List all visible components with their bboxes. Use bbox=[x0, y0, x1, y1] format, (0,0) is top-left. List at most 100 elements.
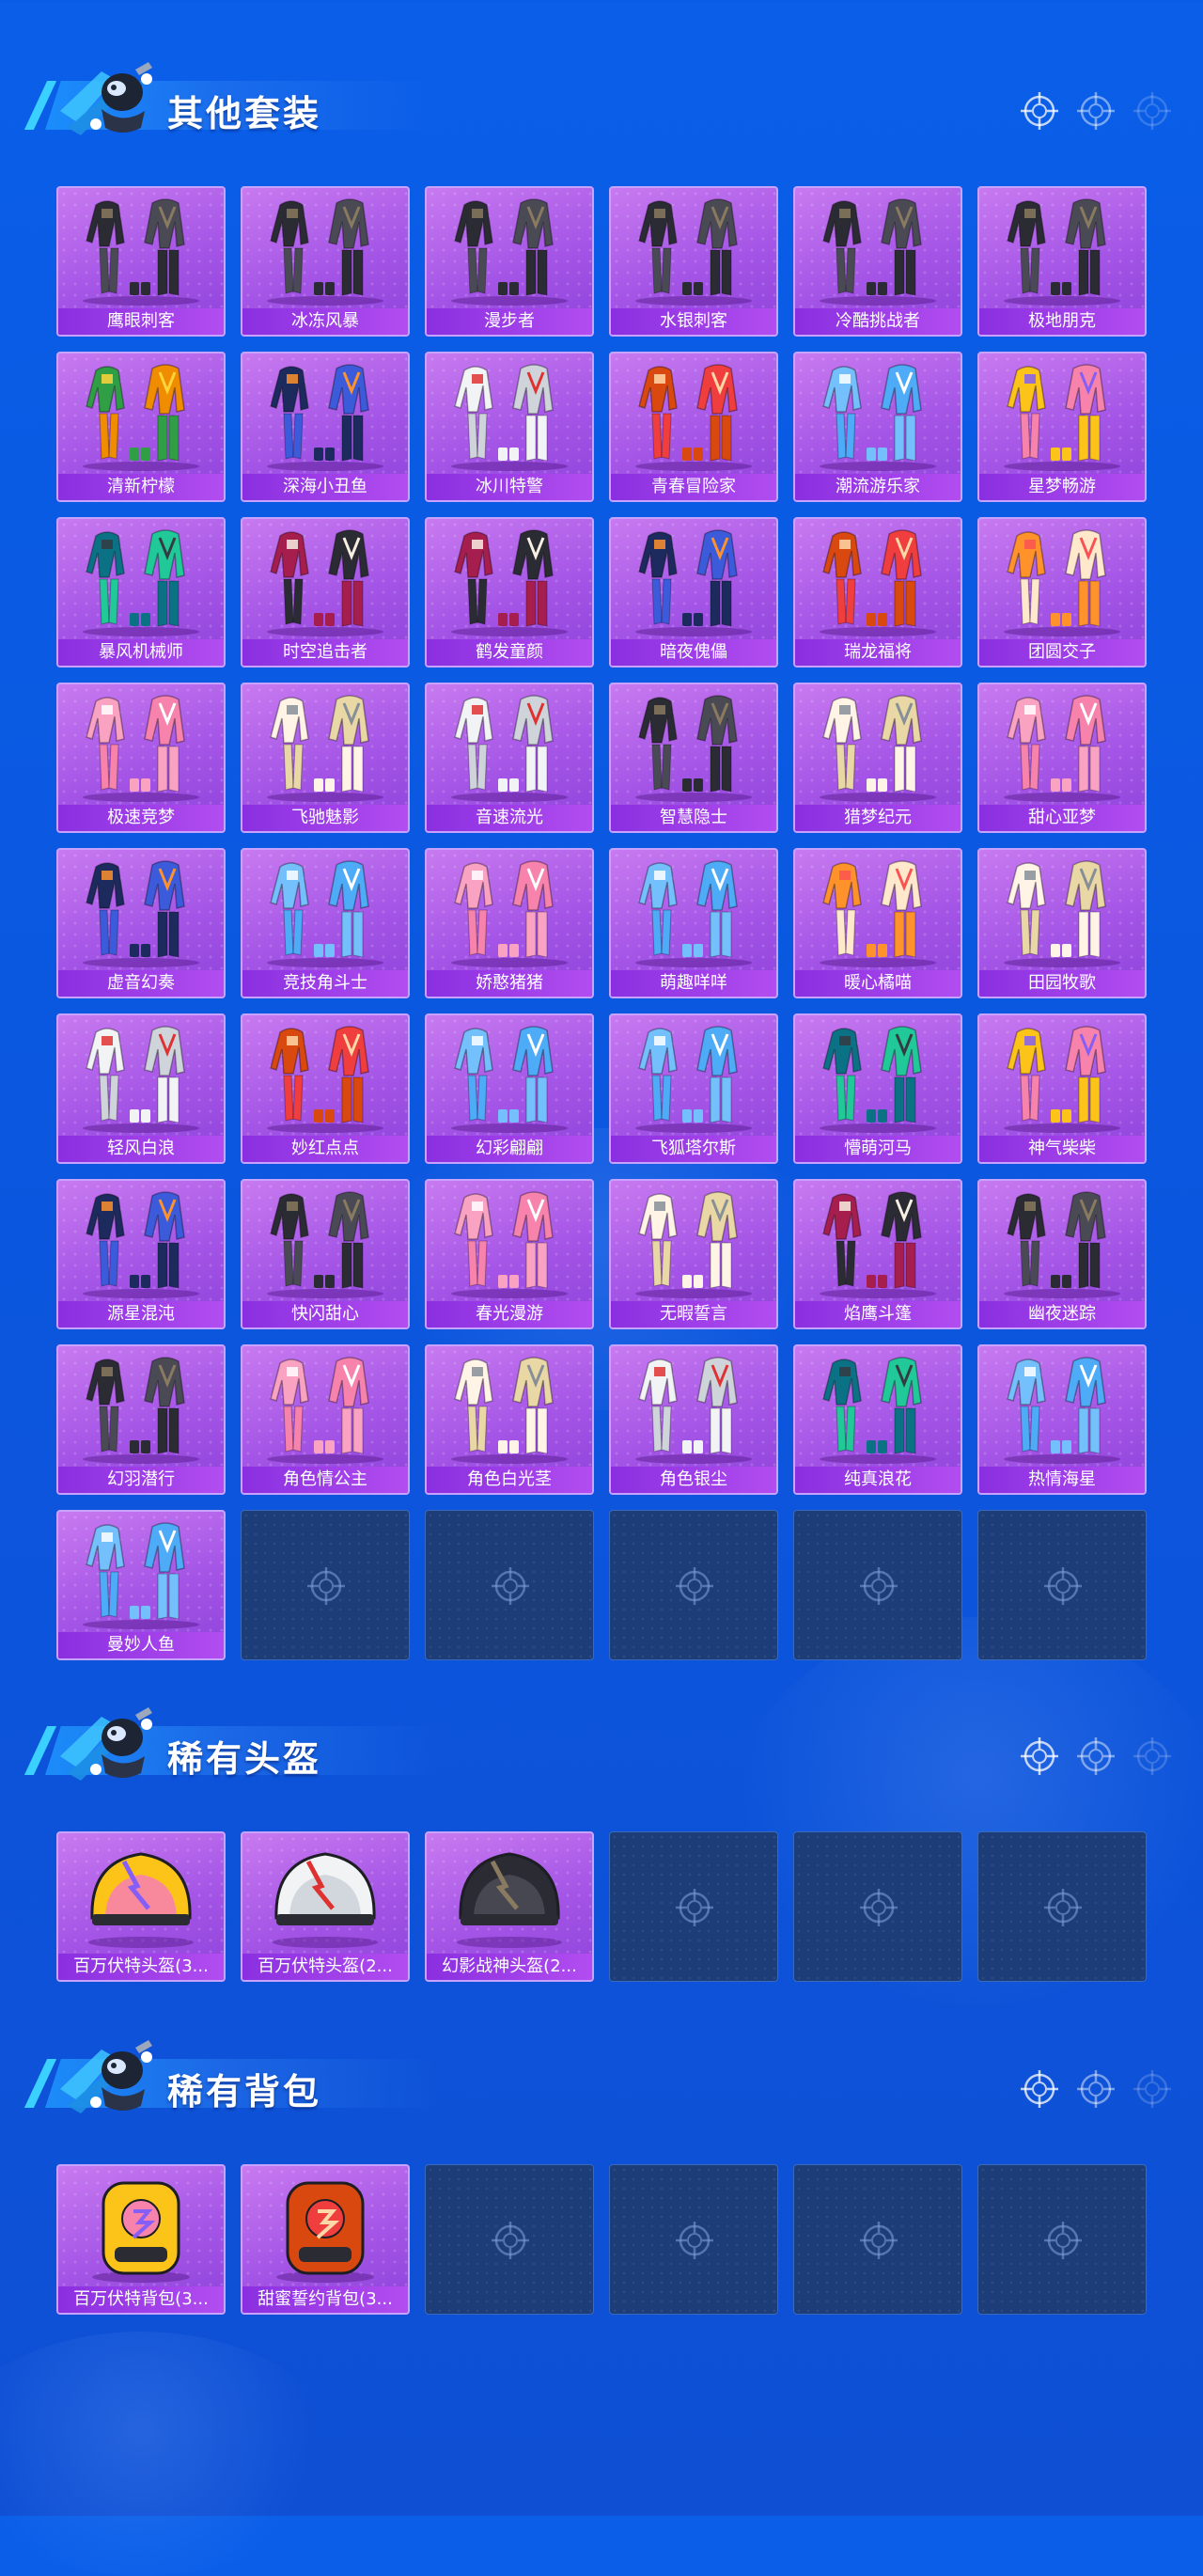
item-thumbnail bbox=[267, 1357, 383, 1464]
item-card[interactable]: 角色白光茎 bbox=[425, 1344, 594, 1495]
item-card[interactable]: 虚音幻奏 bbox=[56, 848, 226, 998]
crosshair-icon bbox=[1021, 2070, 1058, 2108]
item-thumbnail bbox=[820, 695, 936, 802]
item-thumbnail bbox=[92, 2181, 190, 2283]
item-name: 百万伏特头盔(2... bbox=[242, 1954, 408, 1980]
item-card[interactable]: 竞技角斗士 bbox=[241, 848, 410, 998]
item-card[interactable]: 角色银尘 bbox=[609, 1344, 778, 1495]
item-card[interactable]: 清新柠檬 bbox=[56, 352, 226, 502]
item-thumbnail bbox=[267, 1191, 383, 1298]
item-name: 神气柴柴 bbox=[979, 1136, 1145, 1162]
item-name: 暖心橘喵 bbox=[795, 970, 961, 997]
item-card[interactable]: 角色情公主 bbox=[241, 1344, 410, 1495]
item-card[interactable]: 源星混沌 bbox=[56, 1179, 226, 1329]
item-card[interactable]: 幽夜迷踪 bbox=[977, 1179, 1147, 1329]
item-name: 鹰眼刺客 bbox=[58, 308, 224, 335]
item-thumbnail bbox=[88, 1852, 194, 1948]
item-card[interactable]: 甜蜜誓约背包(3... bbox=[241, 2164, 410, 2315]
item-card[interactable]: 青春冒险家 bbox=[609, 352, 778, 502]
item-thumbnail bbox=[83, 364, 199, 471]
item-name: 妙红点点 bbox=[242, 1136, 408, 1162]
item-thumbnail bbox=[1004, 860, 1120, 967]
item-grid: 百万伏特背包(3... 甜蜜誓约背包(3... bbox=[56, 2164, 1147, 2315]
item-thumbnail bbox=[820, 529, 936, 636]
item-card[interactable]: 百万伏特头盔(3... bbox=[56, 1831, 226, 1982]
crosshair-icon bbox=[676, 1889, 713, 1926]
item-thumbnail bbox=[635, 529, 752, 636]
item-card[interactable]: 幻羽潜行 bbox=[56, 1344, 226, 1495]
item-card[interactable]: 音速流光 bbox=[425, 683, 594, 833]
item-card[interactable]: 幻彩翩翩 bbox=[425, 1013, 594, 1164]
item-card[interactable]: 百万伏特头盔(2... bbox=[241, 1831, 410, 1982]
item-thumbnail bbox=[1004, 198, 1120, 306]
item-thumbnail bbox=[273, 1852, 378, 1948]
crosshair-icon bbox=[860, 1567, 898, 1605]
item-card[interactable]: 萌趣咩咩 bbox=[609, 848, 778, 998]
item-card[interactable]: 鹤发童颜 bbox=[425, 517, 594, 668]
item-thumbnail bbox=[83, 529, 199, 636]
item-card[interactable]: 猎梦纪元 bbox=[793, 683, 962, 833]
item-thumbnail bbox=[451, 198, 568, 306]
item-card[interactable]: 热情海星 bbox=[977, 1344, 1147, 1495]
item-card[interactable]: 暴风机械师 bbox=[56, 517, 226, 668]
item-card[interactable]: 飞狐塔尔斯 bbox=[609, 1013, 778, 1164]
item-card[interactable]: 深海小丑鱼 bbox=[241, 352, 410, 502]
item-grid: 百万伏特头盔(3... 百万伏特头盔(2... 幻影战神头盔(2... bbox=[56, 1831, 1147, 1982]
item-name: 极地朋克 bbox=[979, 308, 1145, 335]
item-card[interactable]: 无暇誓言 bbox=[609, 1179, 778, 1329]
item-card[interactable]: 快闪甜心 bbox=[241, 1179, 410, 1329]
item-card[interactable]: 轻风白浪 bbox=[56, 1013, 226, 1164]
item-name: 冰川特警 bbox=[427, 474, 592, 500]
empty-slot bbox=[793, 1510, 962, 1660]
crosshair-icon bbox=[1077, 1737, 1115, 1775]
item-card[interactable]: 甜心亚梦 bbox=[977, 683, 1147, 833]
item-card[interactable]: 妙红点点 bbox=[241, 1013, 410, 1164]
item-card[interactable]: 冰冻风暴 bbox=[241, 186, 410, 337]
item-card[interactable]: 水银刺客 bbox=[609, 186, 778, 337]
item-name: 水银刺客 bbox=[611, 308, 776, 335]
item-name: 懵萌河马 bbox=[795, 1136, 961, 1162]
empty-slot bbox=[609, 2164, 778, 2315]
crosshair-icon bbox=[1021, 1737, 1058, 1775]
item-name: 团圆交子 bbox=[979, 639, 1145, 666]
item-card[interactable]: 星梦畅游 bbox=[977, 352, 1147, 502]
item-card[interactable]: 鹰眼刺客 bbox=[56, 186, 226, 337]
item-card[interactable]: 懵萌河马 bbox=[793, 1013, 962, 1164]
item-card[interactable]: 团圆交子 bbox=[977, 517, 1147, 668]
item-thumbnail bbox=[83, 860, 199, 967]
item-name: 飞狐塔尔斯 bbox=[611, 1136, 776, 1162]
item-name: 飞驰魅影 bbox=[242, 805, 408, 831]
item-card[interactable]: 春光漫游 bbox=[425, 1179, 594, 1329]
item-card[interactable]: 冷酷挑战者 bbox=[793, 186, 962, 337]
item-card[interactable]: 曼妙人鱼 bbox=[56, 1510, 226, 1660]
item-card[interactable]: 极速竞梦 bbox=[56, 683, 226, 833]
item-name: 幻影战神头盔(2... bbox=[427, 1954, 592, 1980]
item-card[interactable]: 飞驰魅影 bbox=[241, 683, 410, 833]
item-card[interactable]: 时空追击者 bbox=[241, 517, 410, 668]
item-card[interactable]: 焰鹰斗篷 bbox=[793, 1179, 962, 1329]
item-card[interactable]: 幻影战神头盔(2... bbox=[425, 1831, 594, 1982]
item-card[interactable]: 瑞龙福将 bbox=[793, 517, 962, 668]
item-card[interactable]: 田园牧歌 bbox=[977, 848, 1147, 998]
item-card[interactable]: 冰川特警 bbox=[425, 352, 594, 502]
item-card[interactable]: 暖心橘喵 bbox=[793, 848, 962, 998]
item-name: 漫步者 bbox=[427, 308, 592, 335]
item-card[interactable]: 漫步者 bbox=[425, 186, 594, 337]
empty-slot bbox=[425, 2164, 594, 2315]
item-card[interactable]: 智慧隐士 bbox=[609, 683, 778, 833]
item-thumbnail bbox=[451, 695, 568, 802]
item-card[interactable]: 娇憨猪猪 bbox=[425, 848, 594, 998]
item-name: 源星混沌 bbox=[58, 1301, 224, 1327]
skydiver-mascot-icon bbox=[60, 1707, 152, 1781]
item-card[interactable]: 百万伏特背包(3... bbox=[56, 2164, 226, 2315]
item-thumbnail bbox=[451, 529, 568, 636]
item-card[interactable]: 极地朋克 bbox=[977, 186, 1147, 337]
empty-slot bbox=[793, 2164, 962, 2315]
empty-slot bbox=[977, 1510, 1147, 1660]
item-card[interactable]: 神气柴柴 bbox=[977, 1013, 1147, 1164]
item-card[interactable]: 纯真浪花 bbox=[793, 1344, 962, 1495]
item-name: 幻羽潜行 bbox=[58, 1467, 224, 1493]
item-card[interactable]: 暗夜傀儡 bbox=[609, 517, 778, 668]
item-card[interactable]: 潮流游乐家 bbox=[793, 352, 962, 502]
item-name: 甜蜜誓约背包(3... bbox=[242, 2286, 408, 2313]
